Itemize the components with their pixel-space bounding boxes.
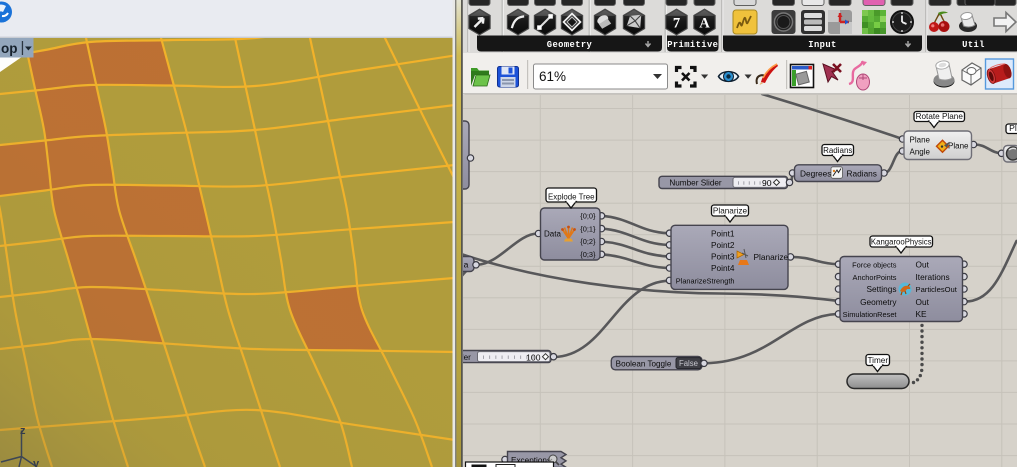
svg-text:Out: Out xyxy=(916,297,930,307)
svg-text:Geometry: Geometry xyxy=(547,40,593,50)
svg-text:Pl: Pl xyxy=(1009,123,1017,133)
svg-text:Explode Tree: Explode Tree xyxy=(548,192,595,201)
svg-text:op: op xyxy=(1,41,18,56)
svg-text:Primitive: Primitive xyxy=(667,40,718,50)
svg-text:Boolean Toggle: Boolean Toggle xyxy=(616,359,672,368)
svg-text:PlanarizeStrength: PlanarizeStrength xyxy=(676,277,735,286)
svg-text:Point4: Point4 xyxy=(711,263,735,273)
svg-text:Timer: Timer xyxy=(867,356,888,365)
svg-text:Util: Util xyxy=(962,40,985,50)
svg-text:Planarize: Planarize xyxy=(754,252,789,262)
svg-text:Force objects: Force objects xyxy=(852,260,897,269)
svg-text:61%: 61% xyxy=(539,69,566,84)
svg-text:False: False xyxy=(679,359,698,368)
svg-text:Settings: Settings xyxy=(867,284,897,294)
svg-text:90: 90 xyxy=(762,178,772,188)
svg-text:ParticlesOut: ParticlesOut xyxy=(916,285,958,294)
svg-text:SimulationReset: SimulationReset xyxy=(843,310,897,319)
svg-text:AnchorPoints: AnchorPoints xyxy=(853,273,897,282)
svg-text:100: 100 xyxy=(526,352,541,362)
svg-text:{0;2}: {0;2} xyxy=(580,237,596,246)
svg-text:KE: KE xyxy=(916,309,928,319)
svg-text:Geometry: Geometry xyxy=(860,297,897,307)
svg-text:Angle: Angle xyxy=(910,148,931,157)
svg-text:Number Slider: Number Slider xyxy=(669,179,722,188)
svg-text:Iterations: Iterations xyxy=(916,272,950,282)
svg-text:Plane: Plane xyxy=(910,135,931,144)
svg-text:KangarooPhysics: KangarooPhysics xyxy=(871,237,932,246)
svg-text:Point3: Point3 xyxy=(711,252,735,262)
svg-text:Out: Out xyxy=(916,259,930,269)
svg-text:Point1: Point1 xyxy=(711,228,735,238)
svg-text:Rotate Plane: Rotate Plane xyxy=(916,112,964,121)
svg-text:Radians: Radians xyxy=(847,168,877,178)
svg-text:Plane: Plane xyxy=(948,141,969,150)
svg-text:y: y xyxy=(33,458,40,467)
svg-text:Radians: Radians xyxy=(823,146,852,155)
svg-text:z: z xyxy=(20,425,26,437)
svg-text:Input: Input xyxy=(808,40,836,50)
svg-text:7: 7 xyxy=(673,16,680,32)
svg-text:{0;3}: {0;3} xyxy=(580,250,596,259)
svg-text:{0;1}: {0;1} xyxy=(580,224,596,233)
svg-text:Degrees: Degrees xyxy=(800,168,831,178)
svg-text:A: A xyxy=(699,16,710,32)
svg-text:a: a xyxy=(464,259,469,269)
svg-text:Data: Data xyxy=(544,230,561,239)
svg-text:Planarize: Planarize xyxy=(713,206,748,215)
svg-text:{0;0}: {0;0} xyxy=(580,212,596,221)
svg-text:Point2: Point2 xyxy=(711,240,735,250)
